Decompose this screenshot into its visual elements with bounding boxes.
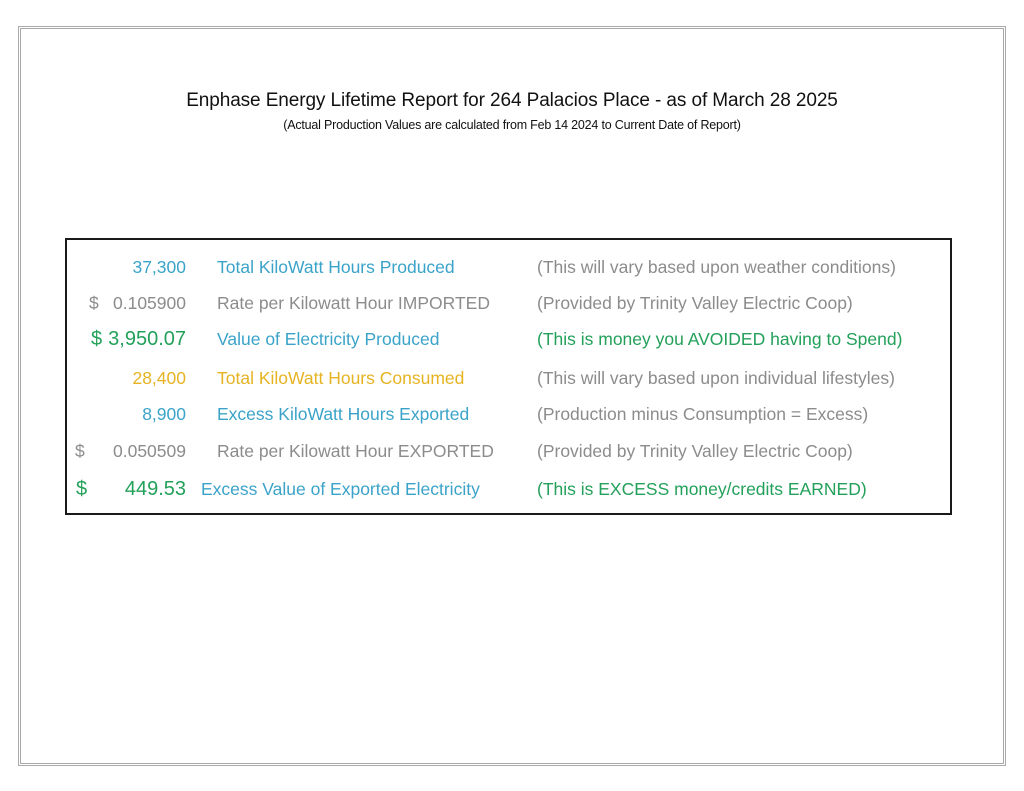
row-value-produced: $ 3,950.07 Value of Electricity Produced… [67, 326, 950, 352]
total-consumed-label: Total KiloWatt Hours Consumed [217, 368, 465, 388]
excess-value-currency: $ [76, 478, 88, 500]
rate-exported-value: 0.050509 [113, 441, 186, 461]
row-rate-imported: $ 0.105900 Rate per Kilowatt Hour IMPORT… [67, 290, 950, 316]
row-rate-exported: $ 0.050509 Rate per Kilowatt Hour EXPORT… [67, 438, 950, 464]
total-produced-value: 37,300 [132, 257, 186, 277]
excess-value-label: Excess Value of Exported Electricity [201, 479, 480, 499]
value-produced-label: Value of Electricity Produced [217, 329, 440, 349]
rate-imported-value: 0.105900 [113, 293, 186, 313]
value-produced-value: 3,950.07 [108, 328, 186, 350]
rate-exported-note: (Provided by Trinity Valley Electric Coo… [537, 441, 853, 461]
rate-imported-note: (Provided by Trinity Valley Electric Coo… [537, 293, 853, 313]
excess-exported-note: (Production minus Consumption = Excess) [537, 404, 869, 424]
value-produced-note: (This is money you AVOIDED having to Spe… [537, 329, 903, 349]
total-produced-note: (This will vary based upon weather condi… [537, 257, 896, 277]
report-title: Enphase Energy Lifetime Report for 264 P… [186, 90, 838, 111]
report-subtitle: (Actual Production Values are calculated… [283, 118, 741, 132]
value-produced-currency: $ [91, 328, 103, 350]
total-consumed-value: 28,400 [132, 368, 186, 388]
rate-imported-label: Rate per Kilowatt Hour IMPORTED [217, 293, 490, 313]
total-produced-label: Total KiloWatt Hours Produced [217, 257, 455, 277]
rate-imported-currency: $ [89, 293, 99, 313]
excess-exported-label: Excess KiloWatt Hours Exported [217, 404, 470, 424]
rate-exported-currency: $ [75, 441, 85, 461]
excess-value-note: (This is EXCESS money/credits EARNED) [537, 479, 867, 499]
rate-exported-label: Rate per Kilowatt Hour EXPORTED [217, 441, 494, 461]
row-excess-exported: 8,900 Excess KiloWatt Hours Exported (Pr… [67, 401, 950, 427]
row-total-produced: 37,300 Total KiloWatt Hours Produced (Th… [67, 254, 950, 280]
report-summary-table: 37,300 Total KiloWatt Hours Produced (Th… [65, 238, 952, 515]
total-consumed-note: (This will vary based upon individual li… [537, 368, 895, 388]
row-total-consumed: 28,400 Total KiloWatt Hours Consumed (Th… [67, 365, 950, 391]
excess-exported-value: 8,900 [142, 404, 186, 424]
excess-value-value: 449.53 [124, 478, 186, 500]
row-excess-value: $ 449.53 Excess Value of Exported Electr… [67, 476, 950, 502]
